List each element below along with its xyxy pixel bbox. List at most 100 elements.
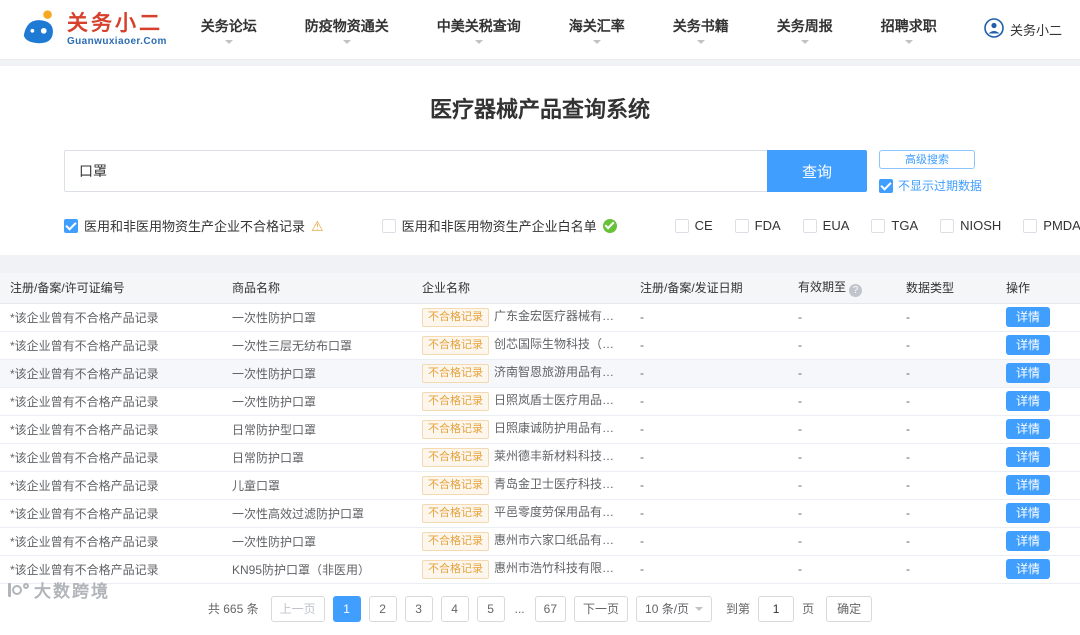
hide-expired-toggle[interactable]: 不显示过期数据	[879, 177, 982, 194]
page-button-1[interactable]: 1	[332, 595, 361, 622]
nav-item-jobs[interactable]: 招聘求职	[881, 16, 937, 44]
detail-button[interactable]: 详情	[1006, 530, 1051, 552]
chevron-down-icon	[904, 39, 913, 44]
license-cell: *该企业曾有不合格产品记录	[0, 443, 222, 472]
reg-date-cell: -	[630, 359, 788, 388]
checkbox-icon[interactable]	[734, 218, 749, 233]
detail-button[interactable]: 详情	[1006, 446, 1051, 468]
filter-eua[interactable]: EUA	[802, 218, 849, 233]
filter-fda[interactable]: FDA	[734, 218, 781, 233]
page-ellipsis: ...	[514, 601, 525, 616]
nav-item-epidemic-supplies[interactable]: 防疫物资通关	[305, 16, 389, 44]
goto-page-input[interactable]	[758, 595, 795, 622]
company-name: 惠州市浩竹科技有限公司	[494, 561, 627, 576]
nav-item-weekly[interactable]: 关务周报	[777, 16, 833, 44]
advanced-search-button[interactable]: 高级搜索	[879, 150, 975, 169]
detail-button[interactable]: 详情	[1006, 390, 1051, 412]
product-cell: 一次性防护口罩	[222, 527, 412, 556]
company-cell: 不合格记录创芯国际生物科技（广州）有限...	[412, 331, 630, 360]
page-button-3[interactable]: 3	[404, 595, 433, 622]
prev-page-button[interactable]: 上一页	[270, 595, 325, 622]
data-type-cell: -	[896, 499, 996, 528]
valid-until-cell: -	[788, 555, 896, 584]
license-cell: *该企业曾有不合格产品记录	[0, 415, 222, 444]
checkbox-icon[interactable]	[381, 218, 396, 233]
filter-row: 医用和非医用物资生产企业不合格记录 ⚠ 医用和非医用物资生产企业白名单 CE F…	[0, 194, 1080, 237]
nav-item-exchange-rate[interactable]: 海关汇率	[569, 16, 625, 44]
table-row: *该企业曾有不合格产品记录 一次性防护口罩 不合格记录 济南智恩旅游用品有限公司 …	[0, 359, 1080, 388]
company-name: 济南智恩旅游用品有限公司	[494, 365, 630, 380]
chevron-down-icon	[342, 39, 351, 44]
product-cell: 一次性防护口罩	[222, 303, 412, 332]
data-type-cell: -	[896, 359, 996, 388]
filter-whitelist[interactable]: 医用和非医用物资生产企业白名单	[381, 216, 617, 235]
user-account[interactable]: 关务小二	[984, 18, 1062, 41]
detail-button[interactable]: 详情	[1006, 558, 1051, 580]
nav-item-forum[interactable]: 关务论坛	[201, 16, 257, 44]
help-icon[interactable]: ?	[849, 284, 863, 298]
top-bar: 关务小二 Guanwuxiaoer.Com 关务论坛 防疫物资通关 中美关税查询…	[0, 0, 1080, 60]
detail-button[interactable]: 详情	[1006, 502, 1051, 524]
page-button-67[interactable]: 67	[534, 595, 566, 622]
detail-button[interactable]: 详情	[1006, 334, 1051, 356]
actions-cell: 详情	[996, 331, 1080, 360]
valid-until-cell: -	[788, 359, 896, 388]
status-badge: 不合格记录	[422, 392, 489, 411]
filter-niosh[interactable]: NIOSH	[940, 218, 1001, 233]
table-row: *该企业曾有不合格产品记录 一次性防护口罩 不合格记录日照岚盾士医疗用品有限责任…	[0, 387, 1080, 416]
product-cell: 日常防护型口罩	[222, 415, 412, 444]
filter-label: TGA	[891, 218, 919, 233]
company-cell: 不合格记录 日照康诚防护用品有限公司	[412, 415, 630, 444]
user-icon	[984, 18, 1004, 41]
checkbox-icon[interactable]	[940, 218, 955, 233]
filter-tga[interactable]: TGA	[871, 218, 918, 233]
checkbox-icon[interactable]	[871, 218, 886, 233]
company-cell: 不合格记录 惠州市六家口纸品有限公司	[412, 527, 630, 556]
detail-button[interactable]: 详情	[1006, 474, 1051, 496]
chevron-down-icon	[474, 39, 483, 44]
detail-button[interactable]: 详情	[1006, 362, 1051, 384]
checkbox-icon[interactable]	[64, 218, 78, 233]
nav-label: 关务周报	[776, 17, 833, 34]
brand-logo[interactable]: 关务小二 Guanwuxiaoer.Com	[18, 8, 167, 51]
data-type-cell: -	[896, 303, 996, 332]
page-button-2[interactable]: 2	[368, 595, 397, 622]
filter-unqualified-records[interactable]: 医用和非医用物资生产企业不合格记录 ⚠	[64, 216, 324, 235]
brand-domain: Guanwuxiaoer.Com	[67, 35, 167, 47]
nav-item-tariff-query[interactable]: 中美关税查询	[437, 16, 521, 44]
nav-item-books[interactable]: 关务书籍	[673, 16, 729, 44]
checkbox-icon[interactable]	[674, 218, 689, 233]
verified-icon	[602, 218, 617, 233]
next-page-button[interactable]: 下一页	[574, 595, 629, 622]
license-cell: *该企业曾有不合格产品记录	[0, 387, 222, 416]
search-button[interactable]: 查询	[767, 150, 867, 192]
page-size-select[interactable]: 10 条/页	[636, 595, 713, 622]
company-cell: 不合格记录 惠州市浩竹科技有限公司	[412, 555, 630, 584]
confirm-button[interactable]: 确定	[826, 595, 873, 622]
reg-date-cell: -	[630, 303, 788, 332]
company-name: 日照康诚防护用品有限公司	[494, 421, 630, 436]
detail-button[interactable]: 详情	[1006, 418, 1051, 440]
page-button-5[interactable]: 5	[476, 595, 505, 622]
checkbox-icon[interactable]	[802, 218, 817, 233]
detail-button[interactable]: 详情	[1006, 306, 1051, 328]
chevron-down-icon	[695, 607, 704, 611]
total-count: 共 665 条	[207, 602, 259, 616]
checkbox-icon[interactable]	[879, 178, 893, 193]
checkbox-icon[interactable]	[1023, 218, 1038, 233]
results-table: 注册/备案/许可证编号 商品名称 企业名称 注册/备案/发证日期 有效期至? 数…	[0, 273, 1080, 584]
reg-date-cell: -	[630, 387, 788, 416]
license-cell: *该企业曾有不合格产品记录	[0, 359, 222, 388]
product-cell: 儿童口罩	[222, 471, 412, 500]
valid-until-cell: -	[788, 527, 896, 556]
section-divider	[0, 255, 1080, 273]
chevron-down-icon	[224, 39, 233, 44]
filter-label: FDA	[754, 218, 781, 233]
filter-pmda[interactable]: PMDA	[1023, 218, 1080, 233]
search-input[interactable]	[64, 150, 767, 192]
product-cell: 一次性高效过滤防护口罩	[222, 499, 412, 528]
page-button-4[interactable]: 4	[440, 595, 469, 622]
col-valid-until: 有效期至?	[788, 273, 896, 304]
filter-ce[interactable]: CE	[674, 218, 713, 233]
table-row: *该企业曾有不合格产品记录 日常防护型口罩 不合格记录 日照康诚防护用品有限公司 …	[0, 415, 1080, 444]
